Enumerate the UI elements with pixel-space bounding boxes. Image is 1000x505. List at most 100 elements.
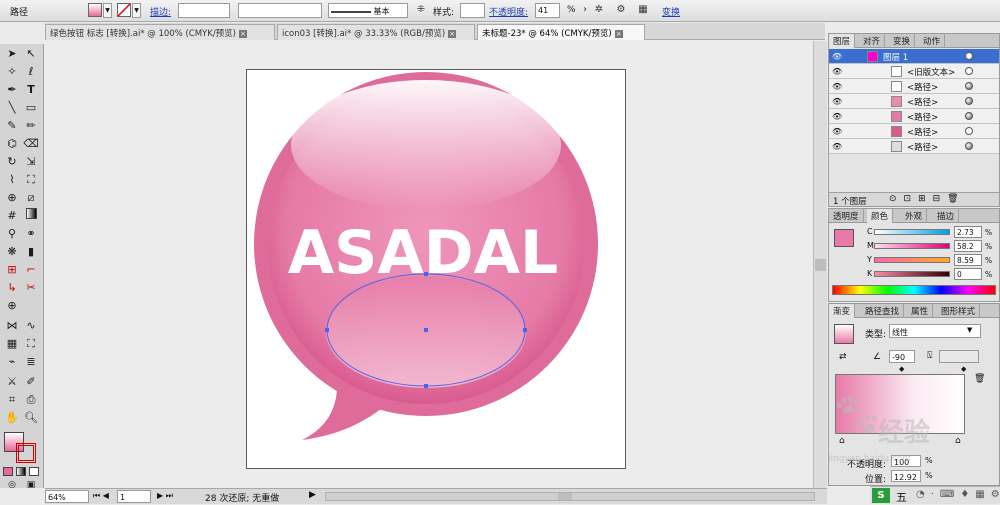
anchor-point[interactable] — [325, 328, 329, 332]
eye-icon[interactable]: 👁︎ — [832, 142, 842, 151]
gradient-swatch[interactable] — [834, 324, 854, 344]
nav-forward-icon[interactable]: ▶ ⏭ — [157, 491, 173, 501]
style-field[interactable] — [460, 3, 485, 18]
recolor-icon[interactable]: ✲ — [592, 3, 606, 17]
opacity-field[interactable]: 41 — [535, 3, 560, 18]
none-mode-icon[interactable] — [29, 467, 39, 476]
hand-tool-icon[interactable]: ✋ — [3, 410, 21, 426]
pen-tool-icon[interactable]: ✒ — [3, 82, 21, 98]
eye-icon[interactable]: 👁︎ — [832, 97, 842, 106]
warp-tool-icon[interactable]: ⌇ — [3, 172, 21, 188]
rectangle-tool-icon[interactable]: ▭ — [22, 100, 40, 116]
close-icon[interactable]: × — [239, 29, 247, 38]
transform-link[interactable]: 变换 — [662, 5, 680, 18]
width-tool-icon[interactable]: ⋈ — [3, 318, 21, 334]
screen-mode-icon[interactable]: ▣ — [22, 477, 40, 493]
stroke-link[interactable]: 描边: — [150, 5, 171, 18]
rotate-tool-icon[interactable]: ↻ — [3, 154, 21, 170]
layer-row[interactable]: 👁︎ <路径> — [829, 94, 999, 109]
symbol-sprayer-icon[interactable]: ❋ — [3, 244, 21, 260]
blend-tool-icon[interactable]: ⚭ — [22, 226, 40, 242]
layer-row[interactable]: 👁︎ <路径> — [829, 139, 999, 154]
wave-icon[interactable]: ∿ — [22, 318, 40, 334]
scroll-thumb[interactable] — [815, 259, 826, 271]
target-icon[interactable] — [965, 52, 973, 60]
fill-dropdown[interactable]: ▼ — [103, 3, 112, 18]
target-icon[interactable] — [965, 82, 973, 90]
zoom-field[interactable]: 64% — [45, 490, 89, 503]
stroke-swatch[interactable] — [117, 3, 131, 17]
artboard-tool-icon[interactable]: ⊞ — [3, 262, 21, 278]
close-icon[interactable]: × — [614, 29, 623, 38]
align-icon[interactable]: ▦ — [636, 3, 650, 17]
color-mode-icon[interactable] — [3, 467, 13, 476]
midpoint-icon[interactable]: ◆ — [899, 365, 904, 373]
pencil-icon[interactable]: ✏ — [22, 118, 40, 134]
tab-gradient[interactable]: 渐变 — [829, 304, 856, 318]
black-slider[interactable] — [874, 271, 950, 277]
ime-tools-icon[interactable]: ◔·⌨♦▦⚙ — [916, 489, 1000, 500]
color-spectrum[interactable] — [832, 285, 996, 295]
envelope-icon[interactable]: ⁜ — [414, 3, 428, 17]
artboard-number-field[interactable]: 1 — [117, 490, 151, 503]
free-transform-icon[interactable]: ⛶ — [22, 172, 40, 188]
vertical-scrollbar[interactable] — [813, 41, 827, 488]
slice-tool-icon[interactable]: ⌐ — [22, 262, 40, 278]
variable-width-field[interactable] — [238, 3, 322, 18]
reverse-gradient-icon[interactable]: ⇄ — [839, 352, 847, 362]
chevron-right-icon[interactable]: › — [578, 3, 592, 17]
selection-tool-icon[interactable]: ➤ — [3, 46, 21, 62]
yellow-value[interactable]: 8.59 — [954, 254, 982, 266]
eye-icon[interactable]: 👁︎ — [832, 67, 842, 76]
yellow-slider[interactable] — [874, 257, 950, 263]
layer-row[interactable]: 👁︎ 图层 1 — [829, 49, 999, 64]
tab-stroke[interactable]: 描边 — [933, 209, 960, 223]
layer-row[interactable]: 👁︎ <旧版文本> — [829, 64, 999, 79]
brush-profile-field[interactable]: 基本 — [328, 3, 408, 18]
stroke-dropdown[interactable]: ▼ — [132, 3, 141, 18]
cyan-slider[interactable] — [874, 229, 950, 235]
tab-transform[interactable]: 变换 — [889, 34, 916, 48]
target-icon[interactable] — [965, 142, 973, 150]
gradient-stop-icon[interactable]: ⌂ — [955, 436, 961, 446]
target-icon[interactable] — [965, 127, 973, 135]
scissors-icon[interactable]: ✂ — [22, 280, 40, 296]
horizontal-scrollbar[interactable] — [325, 492, 815, 501]
graph-line-icon[interactable]: ⌁ — [3, 354, 21, 370]
layer-row[interactable]: 👁︎ <路径> — [829, 79, 999, 94]
tab-layers[interactable]: 图层 — [829, 34, 856, 48]
line-tool-icon[interactable]: ╲ — [3, 100, 21, 116]
scroll-thumb[interactable] — [558, 493, 572, 500]
target-icon[interactable] — [965, 67, 973, 75]
eyedropper-icon[interactable]: ⚲ — [3, 226, 21, 242]
tab-document-2[interactable]: icon03 [转换].ai* @ 33.33% (RGB/预览) × — [277, 24, 475, 40]
draw-mode-icon[interactable]: ◎ — [3, 477, 21, 493]
tab-graphic-styles[interactable]: 图形样式 — [937, 304, 981, 318]
stroke-weight-field[interactable] — [178, 3, 230, 18]
black-value[interactable]: 0 — [954, 268, 982, 280]
tab-align[interactable]: 对齐 — [859, 34, 886, 48]
paint-bucket-icon[interactable]: ⛶ — [22, 336, 40, 352]
bars-icon[interactable]: ≣ — [22, 354, 40, 370]
eye-icon[interactable]: 👁︎ — [832, 112, 842, 121]
eraser-red-icon[interactable]: ↳ — [3, 280, 21, 296]
anchor-point[interactable] — [424, 384, 428, 388]
scale-tool-icon[interactable]: ⇲ — [22, 154, 40, 170]
perspective-grid-icon[interactable]: ⧄ — [22, 190, 40, 206]
print-tiling-icon[interactable]: ⎙ — [22, 392, 40, 408]
artboard[interactable]: ASADAL — [246, 69, 626, 469]
angle-field[interactable]: -90 — [889, 350, 915, 363]
layer-row[interactable]: 👁︎ <路径> — [829, 124, 999, 139]
tab-document-1[interactable]: 绿色按钮 标志 [转换].ai* @ 100% (CMYK/预览) × — [45, 24, 275, 40]
blob-brush-icon[interactable]: ⌬ — [3, 136, 21, 152]
chevron-down-icon[interactable]: ▼ — [967, 326, 972, 334]
fill-swatch[interactable] — [88, 3, 102, 17]
column-graph-icon[interactable]: ▮ — [22, 244, 40, 260]
eye-icon[interactable]: 👁︎ — [832, 52, 842, 61]
fill-color-preview[interactable] — [834, 229, 854, 247]
tab-actions[interactable]: 动作 — [919, 34, 946, 48]
ime-mode[interactable]: 五 — [896, 489, 907, 505]
trash-icon[interactable]: 🗑︎ — [974, 374, 985, 384]
crop-icon[interactable]: ⌗ — [3, 392, 21, 408]
tab-pathfinder[interactable]: 路径查找 — [861, 304, 905, 318]
